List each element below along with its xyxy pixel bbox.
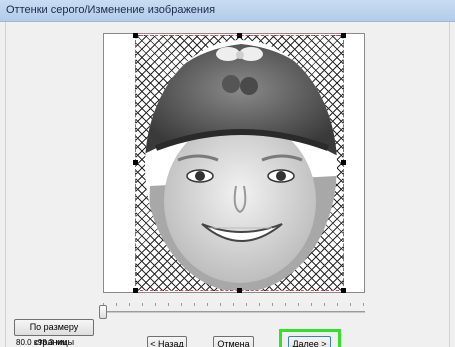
crop-area[interactable] bbox=[135, 35, 344, 291]
crop-handle-bottom[interactable] bbox=[237, 288, 242, 293]
fit-to-page-button[interactable]: По размеру страницы bbox=[14, 319, 94, 347]
portrait-photo bbox=[145, 40, 337, 290]
zoom-slider-track[interactable] bbox=[103, 311, 365, 313]
next-button[interactable]: Далее > bbox=[288, 336, 331, 347]
zoom-slider-thumb[interactable] bbox=[99, 305, 107, 319]
crop-handle-right[interactable] bbox=[341, 160, 346, 165]
back-button[interactable]: < Назад bbox=[147, 336, 187, 347]
crop-handle-top-right[interactable] bbox=[341, 33, 346, 38]
image-size-label: 80.0 x98.3 мм bbox=[16, 338, 67, 347]
crop-handle-bottom-left[interactable] bbox=[133, 288, 138, 293]
crop-handle-top[interactable] bbox=[237, 33, 242, 38]
zoom-slider-ticks bbox=[103, 303, 365, 307]
window-title: Оттенки серого/Изменение изображения bbox=[6, 4, 216, 16]
title-bar: Оттенки серого/Изменение изображения bbox=[0, 0, 455, 22]
cancel-button[interactable]: Отмена bbox=[213, 336, 254, 347]
grayscale-edit-dialog: Оттенки серого/Изменение изображения По … bbox=[0, 0, 455, 347]
crop-handle-top-left[interactable] bbox=[133, 33, 138, 38]
crop-handle-bottom-right[interactable] bbox=[341, 288, 346, 293]
crop-handle-left[interactable] bbox=[133, 160, 138, 165]
